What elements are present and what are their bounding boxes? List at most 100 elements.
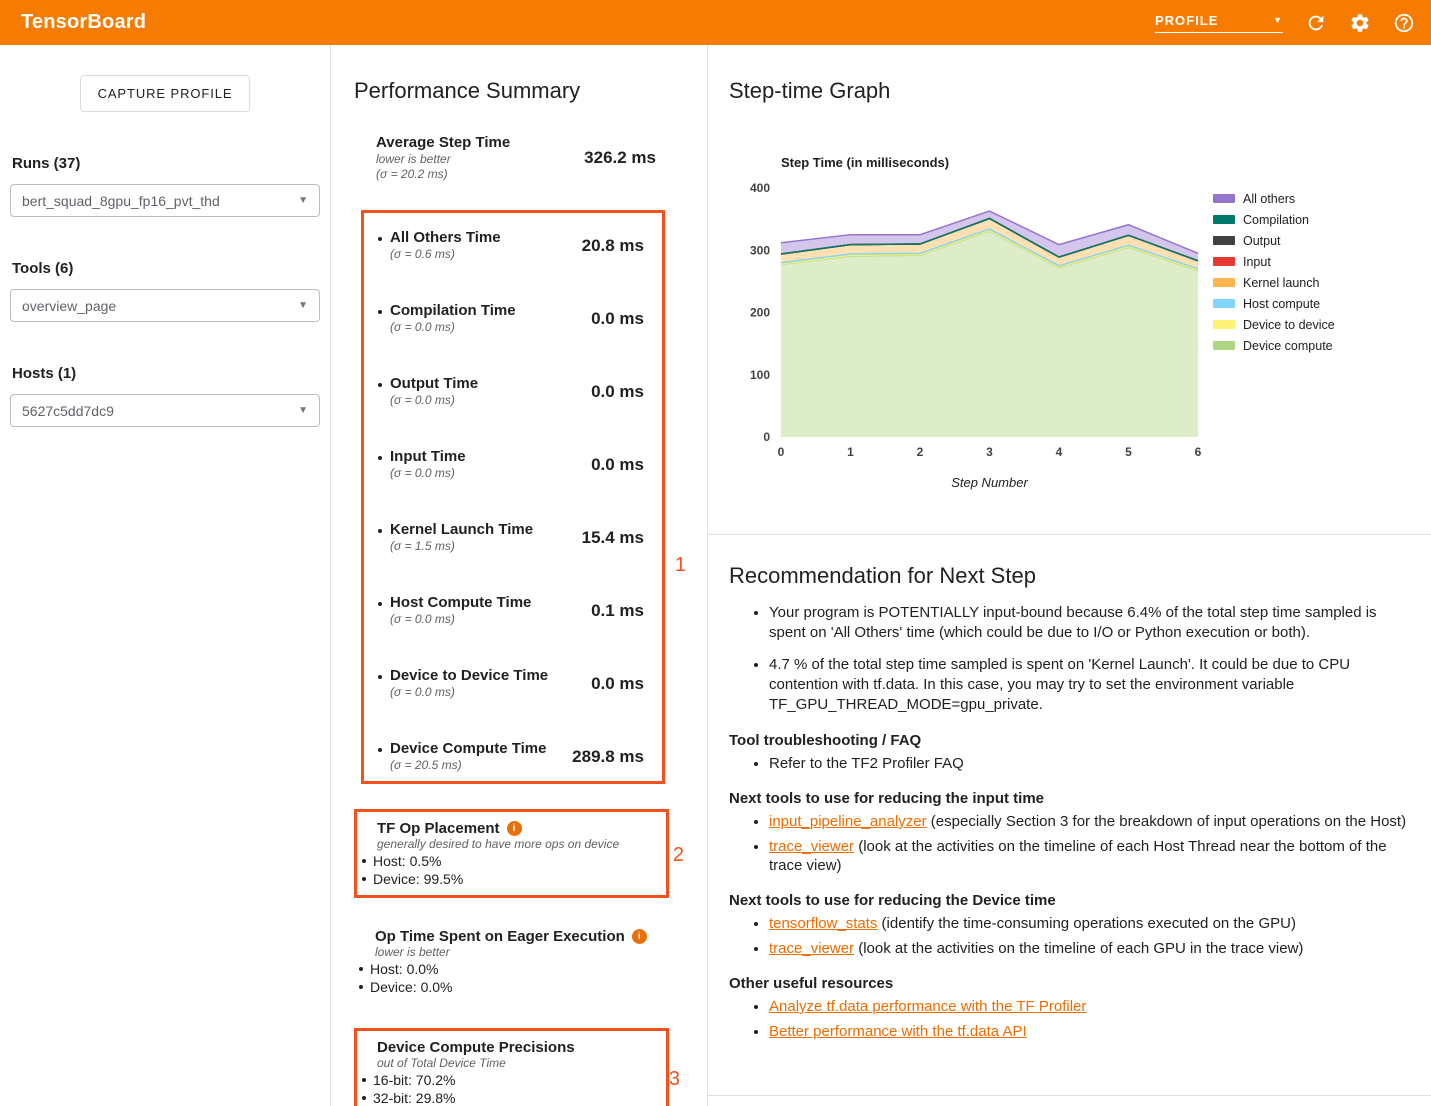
legend-label: Compilation (1243, 213, 1309, 227)
link[interactable]: trace_viewer (769, 940, 854, 957)
dashboard-select-value: PROFILE (1155, 13, 1218, 28)
metric-value: 15.4 ms (582, 528, 644, 548)
eager-list: Host: 0.0%Device: 0.0% (354, 960, 707, 996)
metric-row: All Others Time(σ = 0.6 ms)20.8 ms (378, 229, 644, 262)
section-list: input_pipeline_analyzer (especially Sect… (751, 812, 1411, 875)
section-heading: Tool troubleshooting / FAQ (729, 732, 1411, 749)
metric-sigma: (σ = 0.0 ms) (390, 466, 591, 481)
average-step-time-label: Average Step Time (376, 134, 584, 152)
device-compute-precisions-title: Device Compute Precisions (377, 1039, 654, 1056)
section-item: Analyze tf.data performance with the TF … (769, 997, 1411, 1016)
right-panel: Step-time Graph Step Time (in millisecon… (708, 45, 1431, 1106)
chevron-down-icon: ▼ (298, 195, 308, 206)
legend-item: All others (1213, 188, 1335, 209)
recommendation-card: Recommendation for Next Step Your progra… (708, 535, 1431, 1096)
metric-sigma: (σ = 20.5 ms) (390, 758, 572, 773)
hosts-select[interactable]: 5627c5dd7dc9 ▼ (10, 394, 320, 427)
bullet-dot (362, 877, 366, 881)
metric-label: Host Compute Time (390, 594, 591, 612)
capture-profile-button[interactable]: CAPTURE PROFILE (80, 75, 251, 112)
metric-sigma: (σ = 0.0 ms) (390, 320, 591, 335)
metric-value: 0.0 ms (591, 674, 644, 694)
section-list: Refer to the TF2 Profiler FAQ (751, 754, 1411, 773)
metric-sigma: (σ = 0.0 ms) (390, 685, 591, 700)
gear-icon[interactable] (1349, 12, 1371, 34)
section-item: tensorflow_stats (identify the time-cons… (769, 914, 1411, 933)
bullet-dot (378, 310, 382, 314)
tools-select-value: overview_page (22, 298, 116, 314)
bullet-dot (378, 529, 382, 533)
placement-list: Host: 0.5%Device: 99.5% (357, 852, 654, 888)
section-item: trace_viewer (look at the activities on … (769, 837, 1411, 875)
tools-select[interactable]: overview_page ▼ (10, 289, 320, 322)
svg-text:200: 200 (750, 306, 770, 320)
legend-swatch (1213, 341, 1235, 350)
recommendation-bullet: Your program is POTENTIALLY input-bound … (769, 603, 1411, 643)
recommendation-bullets: Your program is POTENTIALLY input-bound … (751, 603, 1411, 715)
bullet-item: Device: 0.0% (359, 978, 707, 996)
precision-list: 16-bit: 70.2%32-bit: 29.8% (357, 1071, 654, 1106)
link[interactable]: trace_viewer (769, 838, 854, 855)
link[interactable]: Analyze tf.data performance with the TF … (769, 998, 1086, 1015)
metric-sigma: (σ = 1.5 ms) (390, 539, 582, 554)
app-title: TensorBoard (21, 11, 146, 34)
svg-text:0: 0 (778, 445, 785, 459)
legend-item: Host compute (1213, 293, 1335, 314)
device-compute-precisions-subtitle: out of Total Device Time (377, 1056, 654, 1071)
bullet-item: Device: 99.5% (362, 870, 654, 888)
hosts-label: Hosts (1) (12, 365, 318, 382)
svg-text:5: 5 (1125, 445, 1132, 459)
legend-item: Kernel launch (1213, 272, 1335, 293)
svg-text:1: 1 (847, 445, 854, 459)
tools-label: Tools (6) (12, 260, 318, 277)
legend-swatch (1213, 236, 1235, 245)
chart-xaxis-title: Step Number (781, 475, 1198, 490)
bullet-dot (359, 967, 363, 971)
legend-swatch (1213, 320, 1235, 329)
bullet-dot (362, 859, 366, 863)
bullet-dot (362, 1096, 366, 1100)
metric-sigma: (σ = 0.6 ms) (390, 247, 582, 262)
bullet-item: Host: 0.0% (359, 960, 707, 978)
dashboard-select[interactable]: PROFILE ▼ (1155, 13, 1283, 33)
help-icon[interactable] (1393, 12, 1415, 34)
section-list: tensorflow_stats (identify the time-cons… (751, 914, 1411, 958)
link[interactable]: Better performance with the tf.data API (769, 1023, 1027, 1040)
legend-item: Output (1213, 230, 1335, 251)
info-icon[interactable]: i (632, 929, 647, 944)
section-heading: Next tools to use for reducing the input… (729, 790, 1411, 807)
main-layout: CAPTURE PROFILE Runs (37) bert_squad_8gp… (0, 45, 1431, 1106)
recommendation-body: Your program is POTENTIALLY input-bound … (729, 603, 1411, 1041)
recommendation-title: Recommendation for Next Step (729, 563, 1411, 589)
section-item: trace_viewer (look at the activities on … (769, 939, 1411, 958)
metric-sigma: (σ = 0.0 ms) (390, 393, 591, 408)
svg-text:100: 100 (750, 368, 770, 382)
runs-select[interactable]: bert_squad_8gpu_fp16_pvt_thd ▼ (10, 184, 320, 217)
legend-item: Device to device (1213, 314, 1335, 335)
section-list: Analyze tf.data performance with the TF … (751, 997, 1411, 1041)
link[interactable]: input_pipeline_analyzer (769, 813, 927, 830)
performance-summary-title: Performance Summary (354, 78, 707, 104)
section-heading: Other useful resources (729, 975, 1411, 992)
svg-text:2: 2 (917, 445, 924, 459)
metric-value: 20.8 ms (582, 236, 644, 256)
eager-execution-title-text: Op Time Spent on Eager Execution (375, 928, 625, 945)
bullet-dot (378, 237, 382, 241)
metric-value: 289.8 ms (572, 747, 644, 767)
metric-label: Device Compute Time (390, 740, 572, 758)
svg-text:6: 6 (1195, 445, 1202, 459)
metric-value: 0.0 ms (591, 309, 644, 329)
runs-field: Runs (37) bert_squad_8gpu_fp16_pvt_thd ▼ (10, 155, 320, 217)
bullet-dot (359, 985, 363, 989)
tf-op-placement-subtitle: generally desired to have more ops on de… (377, 837, 654, 852)
bullet-dot (378, 675, 382, 679)
recommendation-sections: Tool troubleshooting / FAQ Refer to the T… (729, 732, 1411, 1041)
legend-swatch (1213, 194, 1235, 203)
average-step-time-sigma: (σ = 20.2 ms) (376, 167, 584, 182)
refresh-icon[interactable] (1305, 12, 1327, 34)
info-icon[interactable]: i (507, 821, 522, 836)
step-time-graph-card: Step-time Graph Step Time (in millisecon… (708, 45, 1431, 535)
link[interactable]: tensorflow_stats (769, 915, 877, 932)
tf-op-placement-title: TF Op Placement i (377, 820, 654, 837)
metric-label: Output Time (390, 375, 591, 393)
